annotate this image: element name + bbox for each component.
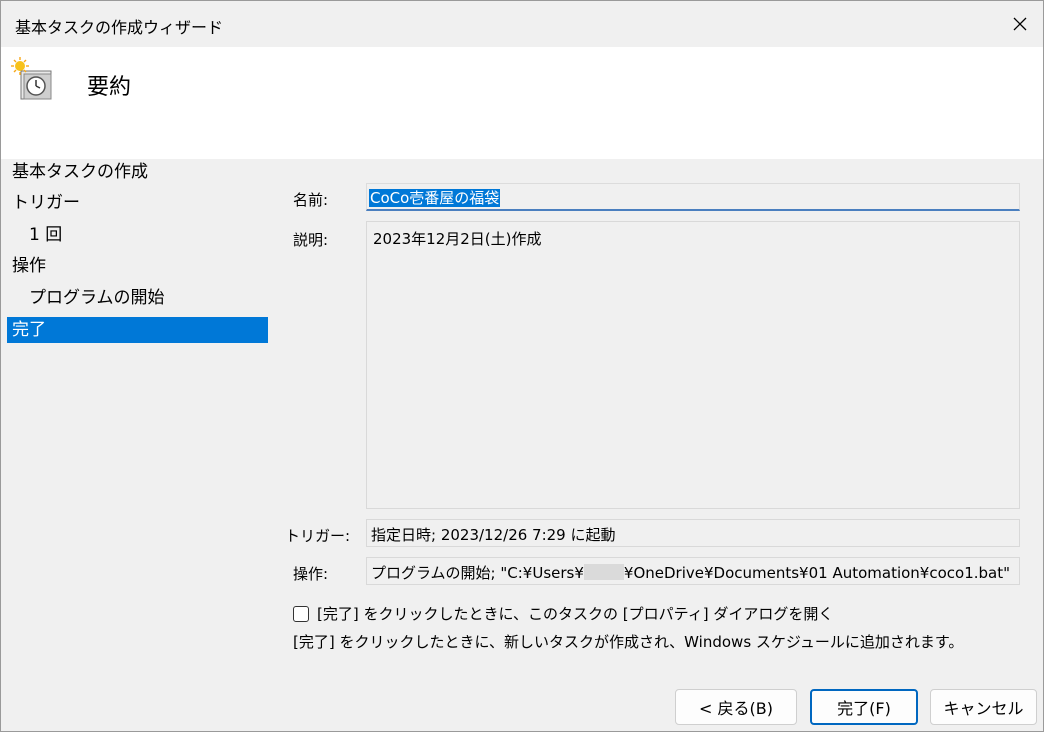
nav-item-create-basic-task[interactable]: 基本タスクの作成: [7, 159, 268, 185]
trigger-label: トリガー:: [285, 527, 351, 545]
cancel-button[interactable]: キャンセル: [930, 689, 1037, 725]
action-label: 操作:: [293, 565, 329, 583]
finish-button[interactable]: 完了(F): [810, 689, 918, 725]
nav-item-start-program[interactable]: プログラムの開始: [7, 285, 268, 311]
nav-item-once[interactable]: 1 回: [7, 222, 268, 248]
wizard-window: 基本タスクの作成ウィザード 要約 基本タスクの作成 トリガー 1 回 操作 プロ…: [0, 0, 1044, 732]
name-field[interactable]: CoCo壱番屋の福袋: [366, 183, 1020, 211]
name-label: 名前:: [293, 191, 329, 209]
description-value: 2023年12月2日(土)作成: [373, 230, 542, 248]
finish-info-text: [完了] をクリックしたときに、新しいタスクが作成され、Windows スケジュ…: [293, 633, 964, 651]
open-properties-label[interactable]: [完了] をクリックしたときに、このタスクの [プロパティ] ダイアログを開く: [317, 603, 833, 624]
close-button[interactable]: [997, 1, 1043, 47]
action-field: プログラムの開始; "C:¥Users¥ ¥OneDrive¥Documents¥…: [366, 557, 1020, 585]
page-title: 要約: [87, 75, 132, 100]
nav-item-trigger[interactable]: トリガー: [7, 190, 268, 216]
nav-item-finish[interactable]: 完了: [7, 317, 268, 343]
description-label: 説明:: [293, 231, 329, 249]
action-value-prefix: プログラムの開始; "C:¥Users¥: [371, 564, 584, 582]
action-value-suffix: ¥OneDrive¥Documents¥01 Automation¥coco1.…: [623, 564, 1011, 582]
trigger-field: 指定日時; 2023/12/26 7:29 に起動: [366, 519, 1020, 547]
open-properties-checkbox[interactable]: [293, 605, 309, 622]
trigger-value: 指定日時; 2023/12/26 7:29 に起動: [371, 526, 616, 544]
scheduled-task-clock-icon: [11, 57, 52, 100]
wizard-header: 要約: [1, 47, 1043, 159]
redacted-username: [583, 564, 624, 580]
description-field[interactable]: 2023年12月2日(土)作成: [366, 221, 1020, 509]
window-title: 基本タスクの作成ウィザード: [15, 18, 224, 37]
nav-item-action[interactable]: 操作: [7, 253, 268, 279]
back-button[interactable]: < 戻る(B): [675, 689, 797, 725]
title-bar: 基本タスクの作成ウィザード: [1, 1, 1043, 47]
open-properties-option: [完了] をクリックしたときに、このタスクの [プロパティ] ダイアログを開く: [293, 603, 833, 624]
name-value: CoCo壱番屋の福袋: [369, 189, 501, 207]
close-icon: [1013, 17, 1027, 31]
